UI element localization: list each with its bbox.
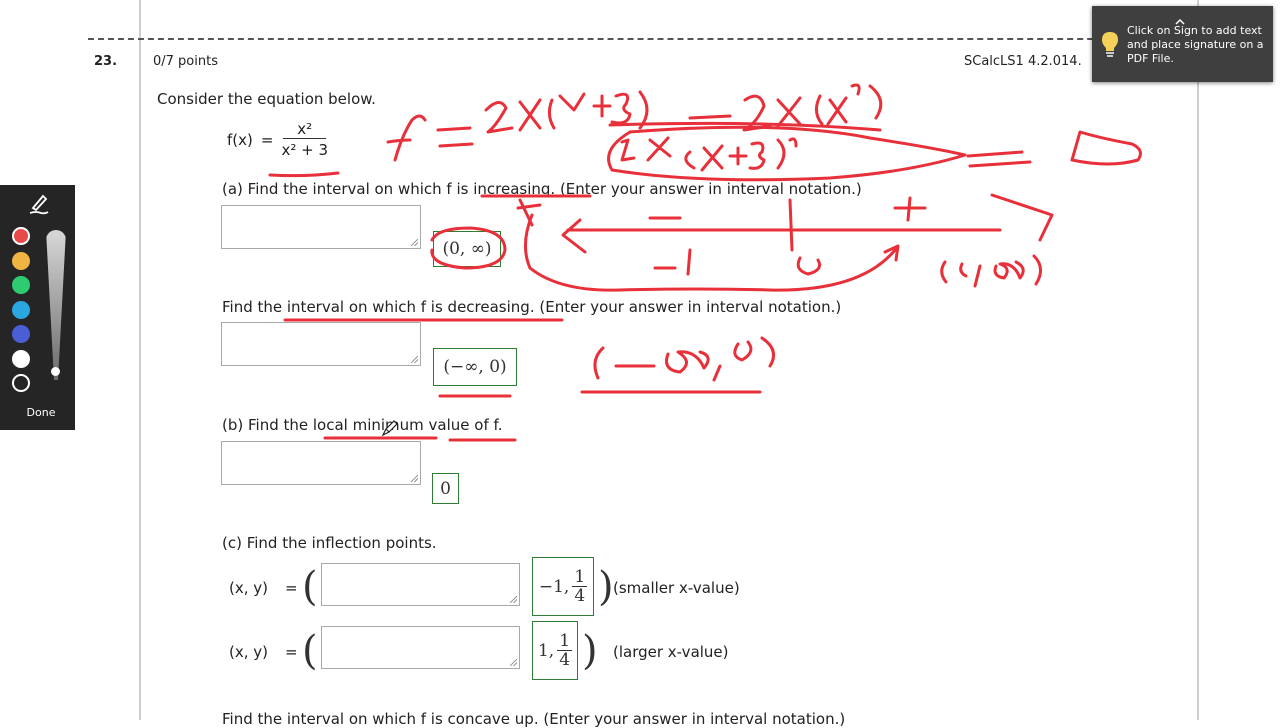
done-button[interactable]: Done xyxy=(0,406,82,419)
local-min-answer-input[interactable] xyxy=(221,441,421,485)
equation-numerator: x² xyxy=(283,120,327,139)
inflection-point2-input[interactable] xyxy=(321,626,520,669)
point1-y-num: 1 xyxy=(572,567,588,587)
point2-y-fraction: 1 4 xyxy=(557,631,573,670)
part-c-text: (c) Find the inflection points. xyxy=(222,534,437,552)
inflection-point1-input[interactable] xyxy=(321,563,520,606)
pen-cursor-icon xyxy=(380,418,400,438)
stroke-width-handle[interactable] xyxy=(51,367,60,376)
point1-correct-answer: −1, 1 4 xyxy=(532,557,594,616)
part-a-increasing-text: (a) Find the interval on which f is incr… xyxy=(222,180,862,198)
color-swatch-blue[interactable] xyxy=(12,301,30,319)
part-a-decreasing-text: Find the interval on which f is decreasi… xyxy=(222,298,842,316)
color-swatch-indigo[interactable] xyxy=(12,325,30,343)
equation-fraction: x² x² + 3 xyxy=(281,120,328,159)
increasing-correct-answer: (0, ∞) xyxy=(433,231,501,267)
point2-x: 1, xyxy=(537,640,555,661)
pen-tool-icon[interactable] xyxy=(27,192,51,216)
point1-equals: = xyxy=(285,579,298,597)
increasing-answer-input[interactable] xyxy=(221,205,421,249)
color-swatch-black[interactable] xyxy=(12,374,30,392)
point2-y-den: 4 xyxy=(559,650,571,670)
color-swatch-orange[interactable] xyxy=(12,252,30,270)
question-source[interactable]: SCalcLS1 4.2.014. xyxy=(964,54,1082,69)
equation-denominator: x² + 3 xyxy=(281,141,328,159)
color-swatch-red[interactable] xyxy=(12,227,30,245)
point1-y-fraction: 1 4 xyxy=(572,567,588,606)
point2-note: (larger x-value) xyxy=(613,643,729,661)
color-swatch-green[interactable] xyxy=(12,276,30,294)
color-swatch-white[interactable] xyxy=(12,350,30,368)
point1-note: (smaller x-value) xyxy=(613,579,740,597)
point2-equals: = xyxy=(285,643,298,661)
point2-label: (x, y) xyxy=(229,643,268,661)
part-b-text: (b) Find the local minimum value of f. xyxy=(222,416,503,434)
question-number: 23. xyxy=(94,54,118,69)
point1-label: (x, y) xyxy=(229,579,268,597)
point2-y-num: 1 xyxy=(557,631,573,651)
point1-open-paren: ( xyxy=(302,564,318,610)
sign-tooltip: Click on Sign to add text and place sign… xyxy=(1092,6,1273,82)
question-prompt: Consider the equation below. xyxy=(157,90,376,108)
stroke-width-slider[interactable] xyxy=(46,230,66,380)
point1-x: −1, xyxy=(538,576,570,597)
equation: f(x) = x² x² + 3 xyxy=(227,120,328,159)
point1-y-den: 4 xyxy=(574,586,586,606)
point1-close-paren: ) xyxy=(598,564,614,610)
equation-lhs: f(x) xyxy=(227,130,253,149)
drawing-toolbar: Done xyxy=(0,185,75,430)
point2-open-paren: ( xyxy=(302,628,318,674)
tooltip-text: Click on Sign to add text and place sign… xyxy=(1127,24,1264,65)
equation-equals: = xyxy=(260,130,274,149)
point2-correct-answer: 1, 1 4 xyxy=(532,621,578,680)
concave-up-text: Find the interval on which f is concave … xyxy=(222,710,846,728)
local-min-correct-answer: 0 xyxy=(432,473,459,504)
decreasing-correct-answer: (−∞, 0) xyxy=(433,348,517,386)
question-points: 0/7 points xyxy=(153,54,218,69)
point2-close-paren: ) xyxy=(582,628,598,674)
tooltip-collapse-icon[interactable] xyxy=(1174,10,1186,25)
lightbulb-icon xyxy=(1100,30,1120,58)
decreasing-answer-input[interactable] xyxy=(221,322,421,366)
